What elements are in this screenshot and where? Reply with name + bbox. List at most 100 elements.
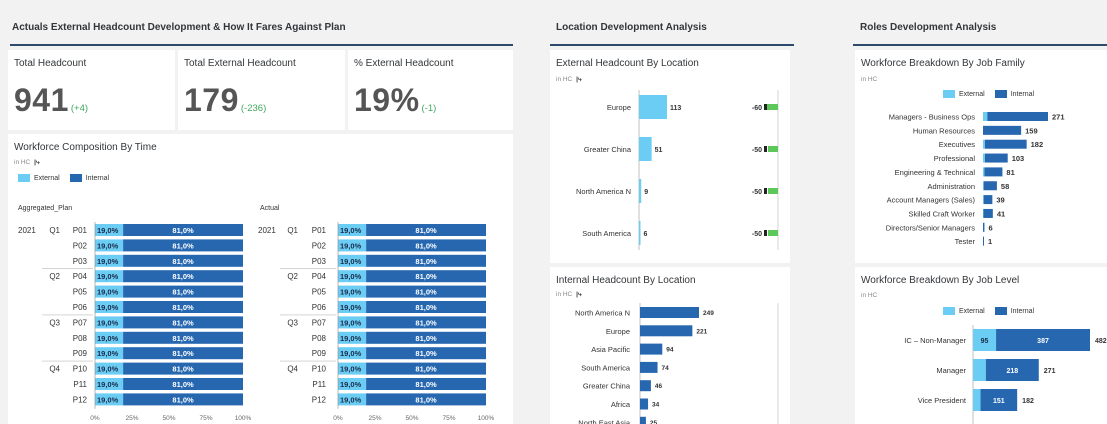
period-label: P12: [312, 395, 327, 404]
category-label: Human Resources: [913, 126, 975, 135]
period-label: P02: [312, 241, 327, 250]
kpi-value: 941 (+4): [14, 82, 89, 118]
section-title-actuals: Actuals External Headcount Development &…: [12, 22, 346, 33]
internal-bar: [640, 361, 658, 373]
external-bar: [639, 95, 667, 119]
internal-pct-label: 81,0%: [415, 395, 437, 404]
period-label: P09: [312, 349, 327, 358]
period-label: P05: [312, 288, 327, 297]
period-label: P09: [73, 349, 88, 358]
kpi-title: Total External Headcount: [184, 58, 296, 69]
external-pct-label: 19,0%: [97, 272, 119, 281]
total-label: 6: [988, 223, 992, 232]
delta-label: -50: [752, 231, 762, 238]
value-label: 221: [696, 328, 707, 335]
category-label: Executives: [939, 140, 976, 149]
internal-location-card[interactable]: Internal Headcount By Location in HC |⤷ …: [550, 267, 790, 424]
internal-pct-label: 81,0%: [172, 288, 194, 297]
value-label: 6: [643, 231, 647, 238]
period-label: P10: [73, 365, 88, 374]
axis-tick-label: 50%: [405, 415, 418, 422]
delta-label: -50: [752, 189, 762, 196]
external-pct-label: 19,0%: [340, 257, 362, 266]
external-pct-label: 19,0%: [340, 349, 362, 358]
internal-bar: [983, 208, 993, 218]
category-label: IC – Non-Manager: [904, 336, 966, 345]
category-label: Skilled Craft Worker: [908, 209, 975, 218]
internal-pct-label: 81,0%: [415, 303, 437, 312]
external-pct-label: 19,0%: [340, 318, 362, 327]
category-label: South America: [581, 363, 631, 372]
delta-marker: [764, 230, 767, 236]
value-label: 249: [703, 310, 714, 317]
kpi-tile-pct-external[interactable]: % External Headcount 19% (-1): [348, 50, 513, 130]
category-label: Tester: [955, 237, 976, 246]
period-label: P07: [312, 318, 327, 327]
axis-tick-label: 75%: [199, 415, 212, 422]
external-pct-label: 19,0%: [340, 334, 362, 343]
external-location-card[interactable]: External Headcount By Location in HC |⤷ …: [550, 50, 790, 263]
internal-pct-label: 81,0%: [172, 318, 194, 327]
total-label: 103: [1012, 154, 1025, 163]
category-label: Account Managers (Sales): [887, 196, 976, 205]
external-pct-label: 19,0%: [340, 395, 362, 404]
internal-bar: [984, 139, 1027, 149]
composition-card[interactable]: Workforce Composition By Time in HC |⤷ E…: [8, 134, 513, 424]
period-label: P11: [312, 380, 326, 389]
kpi-tile-total-headcount[interactable]: Total Headcount 941 (+4): [8, 50, 175, 130]
internal-pct-label: 81,0%: [172, 272, 194, 281]
delta-bar: [768, 230, 778, 236]
internal-bar: [640, 398, 649, 410]
section-divider: [10, 44, 513, 46]
category-label: Managers - Business Ops: [889, 113, 976, 122]
external-bar: [639, 137, 652, 161]
axis-tick-label: 0%: [333, 415, 343, 422]
external-bar: [983, 153, 985, 163]
internal-bar: [984, 153, 1008, 163]
value-label: 113: [670, 105, 681, 112]
internal-pct-label: 81,0%: [415, 226, 437, 235]
internal-pct-label: 81,0%: [415, 257, 437, 266]
category-label: Asia Pacific: [591, 345, 630, 354]
total-label: 81: [1006, 168, 1014, 177]
external-bar: [973, 359, 986, 381]
external-bar: [983, 181, 984, 191]
period-label: P11: [73, 380, 87, 389]
external-pct-label: 19,0%: [97, 288, 119, 297]
internal-pct-label: 81,0%: [415, 272, 437, 281]
internal-bar: [984, 167, 1003, 177]
quarter-label: Q4: [287, 365, 298, 374]
axis-tick-label: 0%: [90, 415, 100, 422]
category-label: North America N: [575, 309, 630, 318]
internal-pct-label: 81,0%: [172, 380, 194, 389]
axis-tick-label: 25%: [125, 415, 138, 422]
axis-tick-label: 100%: [235, 415, 252, 422]
external-pct-label: 19,0%: [340, 288, 362, 297]
external-pct-label: 19,0%: [97, 365, 119, 374]
internal-bar: [640, 343, 663, 355]
period-label: P03: [312, 257, 327, 266]
job-family-card[interactable]: Workforce Breakdown By Job Family in HC …: [855, 50, 1107, 263]
internal-bar: [983, 181, 997, 191]
quarter-label: Q3: [49, 318, 60, 327]
kpi-title: % External Headcount: [354, 58, 454, 69]
internal-pct-label: 81,0%: [415, 241, 437, 250]
job-level-card[interactable]: Workforce Breakdown By Job Level in HC E…: [855, 267, 1107, 424]
internal-value-label: 218: [1006, 368, 1018, 375]
internal-pct-label: 81,0%: [172, 303, 194, 312]
year-label: 2021: [18, 226, 36, 235]
period-label: P08: [73, 334, 88, 343]
axis-tick-label: 75%: [442, 415, 455, 422]
category-label: Vice President: [918, 396, 967, 405]
quarter-label: Q3: [287, 318, 298, 327]
external-bar: [983, 112, 988, 121]
value-label: 25: [650, 420, 658, 424]
value-label: 74: [662, 365, 670, 372]
period-label: P04: [73, 272, 88, 281]
kpi-tile-external-headcount[interactable]: Total External Headcount 179 (-236): [178, 50, 345, 130]
internal-bar: [987, 112, 1048, 121]
total-label: 271: [1044, 368, 1056, 375]
category-label: Directors/Senior Managers: [886, 223, 975, 232]
year-label: 2021: [258, 226, 276, 235]
external-pct-label: 19,0%: [97, 349, 119, 358]
